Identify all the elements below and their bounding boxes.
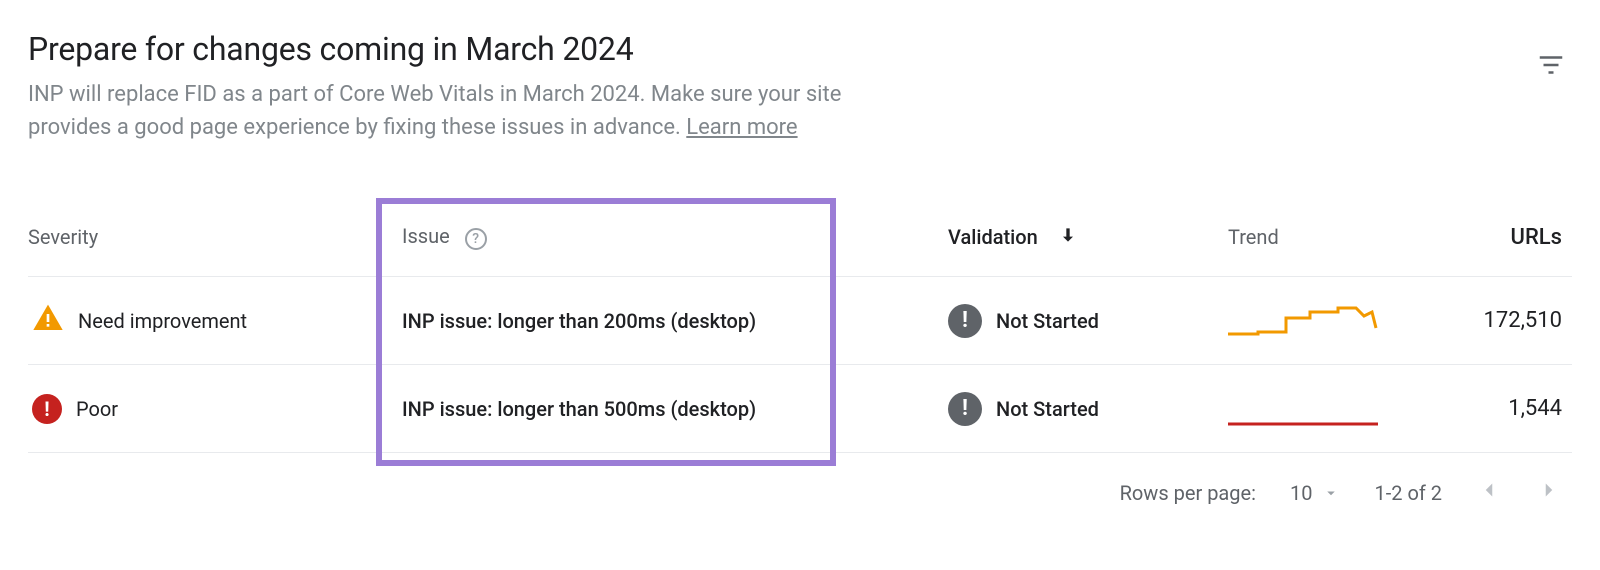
table-header-row: Severity Issue ? Validation Trend URLs [28, 204, 1572, 277]
rows-per-page-select[interactable]: 10 [1290, 481, 1340, 505]
urls-count: 1,544 [1448, 396, 1572, 421]
table-row[interactable]: Need improvement INP issue: longer than … [28, 277, 1572, 365]
col-header-trend: Trend [1228, 225, 1448, 249]
rows-per-page-label: Rows per page: [1120, 481, 1256, 505]
issue-text: INP issue: longer than 500ms (desktop) [378, 397, 948, 421]
col-header-issue: Issue ? [378, 224, 948, 250]
col-header-validation-label: Validation [948, 225, 1038, 249]
rows-per-page-value: 10 [1290, 481, 1312, 505]
col-header-validation[interactable]: Validation [948, 225, 1228, 250]
severity-label: Poor [76, 397, 118, 421]
sort-descending-icon [1058, 225, 1078, 250]
issues-table: Severity Issue ? Validation Trend URLs N… [28, 204, 1572, 453]
severity-label: Need improvement [78, 309, 247, 333]
error-circle-icon: ! [32, 394, 62, 424]
page-subtitle: INP will replace FID as a part of Core W… [28, 78, 928, 144]
trend-sparkline [1228, 298, 1448, 344]
sparkline-path [1228, 308, 1376, 334]
col-header-issue-label: Issue [402, 224, 450, 248]
pagination-range: 1-2 of 2 [1374, 481, 1442, 505]
validation-status: Not Started [996, 397, 1099, 421]
exclamation-icon: ! [948, 392, 982, 426]
col-header-urls: URLs [1448, 225, 1572, 250]
validation-status: Not Started [996, 309, 1099, 333]
learn-more-link[interactable]: Learn more [686, 115, 797, 140]
help-icon[interactable]: ? [465, 228, 487, 250]
dropdown-triangle-icon [1322, 484, 1340, 502]
next-page-button[interactable] [1536, 477, 1562, 508]
trend-sparkline [1228, 386, 1448, 432]
table-row[interactable]: ! Poor INP issue: longer than 500ms (des… [28, 365, 1572, 453]
issue-text: INP issue: longer than 200ms (desktop) [378, 309, 948, 333]
warning-triangle-icon [32, 302, 64, 339]
table-pagination: Rows per page: 10 1-2 of 2 [28, 453, 1572, 508]
page-title: Prepare for changes coming in March 2024 [28, 30, 928, 68]
filter-icon[interactable] [1536, 30, 1572, 84]
exclamation-icon: ! [948, 304, 982, 338]
urls-count: 172,510 [1448, 308, 1572, 333]
prev-page-button[interactable] [1476, 477, 1502, 508]
col-header-severity: Severity [28, 225, 378, 249]
